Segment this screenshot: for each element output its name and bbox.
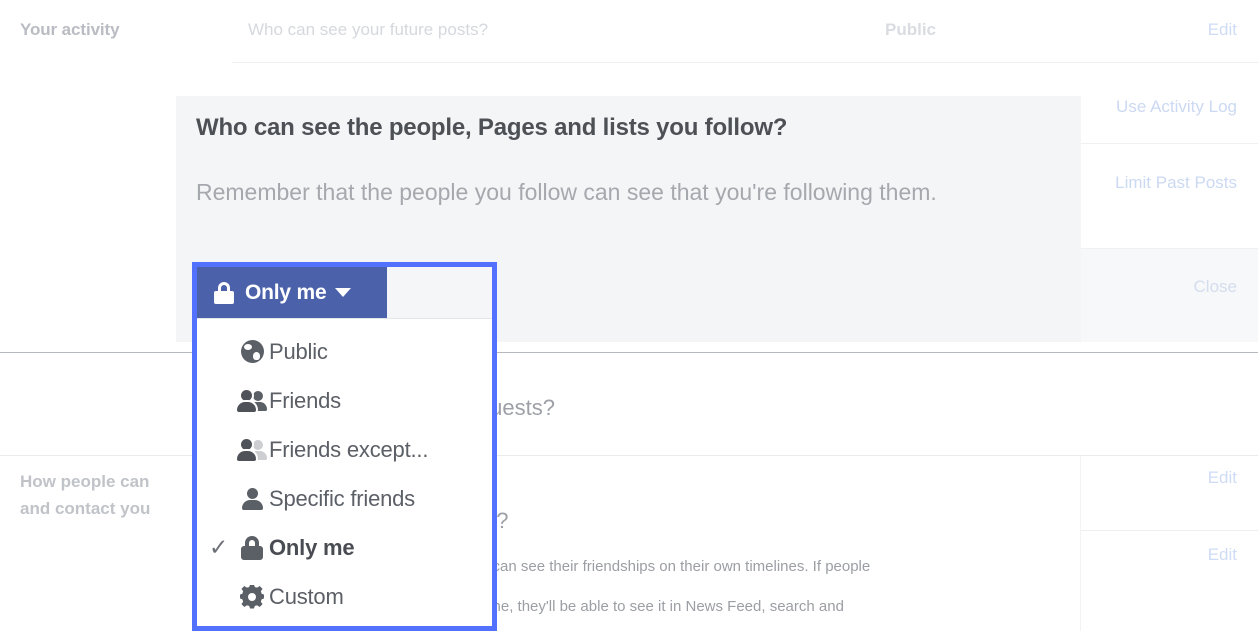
lock-icon [214,281,234,304]
column-divider [1080,456,1081,631]
menu-item-label: Friends [269,387,341,413]
setting-value-future-posts: Public [885,20,937,39]
audience-selector-button-inner[interactable]: Only me [197,267,387,318]
section-label-line-1: How people can [20,472,150,491]
globe-icon [235,340,269,363]
use-activity-log-link[interactable]: Use Activity Log [1116,97,1237,117]
menu-item-label: Custom [269,583,344,609]
audience-selector[interactable]: Only me Public Friends Friends except...… [192,262,497,631]
edit-link-friend-requests[interactable]: Edit [1208,468,1237,488]
menu-item-label: Specific friends [269,485,415,511]
lock-icon [235,535,269,560]
friends-icon [235,389,269,412]
dialog-title: Who can see the people, Pages and lists … [196,114,788,141]
settings-page: Your activity Who can see your future po… [0,0,1258,631]
friends-except-icon [235,438,269,461]
gear-icon [235,584,269,609]
menu-item-label: Public [269,338,328,364]
menu-item-public[interactable]: Public [197,327,492,376]
row-divider [0,455,1258,456]
dialog-description: Remember that the people you follow can … [196,179,937,205]
menu-item-friends[interactable]: Friends [197,376,492,425]
setting-question-future-posts: Who can see your future posts? [248,20,489,39]
background-body-line-1: rol who can see their friendships on the… [440,558,871,575]
edit-link-future-posts[interactable]: Edit [1208,20,1237,40]
settings-row-future-posts: Your activity Who can see your future po… [0,0,1258,62]
row-divider [1081,530,1258,531]
menu-item-specific-friends[interactable]: Specific friends [197,474,492,523]
audience-dropdown-menu[interactable]: Public Friends Friends except... Specifi… [197,319,492,626]
section-label-line-2: and contact you [20,499,151,518]
menu-item-only-me[interactable]: ✓ Only me [197,523,492,572]
menu-item-label: Only me [269,534,355,560]
audience-selector-button-label: Only me [245,280,327,304]
menu-item-custom[interactable]: Custom [197,572,492,621]
edit-link-friends-list[interactable]: Edit [1208,545,1237,565]
background-body-line-2: er timeline, they'll be able to see it i… [440,598,844,615]
menu-item-friends-except[interactable]: Friends except... [197,425,492,474]
person-icon [235,487,269,510]
section-divider [0,352,1258,353]
chevron-down-icon [335,288,352,297]
close-button[interactable]: Close [1194,277,1237,297]
section-label-your-activity: Your activity [20,20,120,39]
row-divider [1081,143,1258,144]
check-icon: ✓ [209,534,229,560]
row-divider [232,62,1258,63]
limit-past-posts-link[interactable]: Limit Past Posts [1115,173,1237,193]
menu-item-label: Friends except... [269,436,429,462]
audience-selector-button[interactable]: Only me [197,267,492,319]
